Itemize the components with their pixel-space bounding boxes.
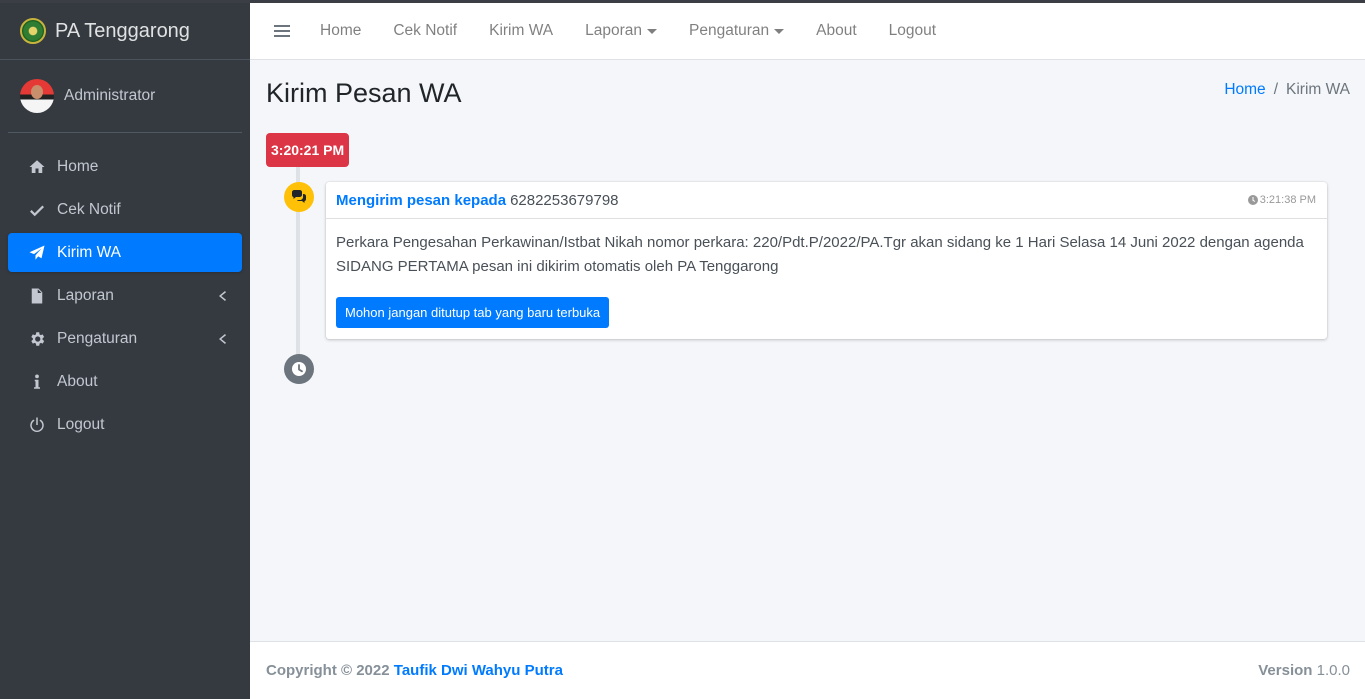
sidebar-item-cek-notif[interactable]: Cek Notif	[8, 190, 242, 229]
caret-down-icon	[647, 29, 657, 34]
topnav-pengaturan-dropdown[interactable]: Pengaturan	[689, 22, 785, 40]
sidebar-item-kirim-wa[interactable]: Kirim WA	[8, 233, 242, 272]
timeline-time-label: 3:20:21 PM	[266, 133, 350, 167]
court-emblem-logo	[20, 18, 46, 44]
topnav-laporan-dropdown[interactable]: Laporan	[585, 22, 657, 40]
gear-icon	[27, 329, 47, 349]
sidebar-item-label: Kirim WA	[57, 243, 121, 261]
topnav-logout[interactable]: Logout	[889, 22, 936, 40]
version-label: Version	[1258, 662, 1313, 679]
top-navbar: Home Cek Notif Kirim WA Laporan Pengatur…	[250, 3, 1365, 60]
clock-icon	[284, 354, 314, 384]
breadcrumb-separator: /	[1273, 81, 1278, 98]
footer-version: Version 1.0.0	[1258, 662, 1350, 679]
power-icon	[27, 415, 47, 435]
brand-link[interactable]: PA Tenggarong	[0, 3, 250, 60]
page-footer: Copyright © 2022 Taufik Dwi Wahyu Putra …	[250, 641, 1365, 699]
message-body: Perkara Pengesahan Perkawinan/Istbat Nik…	[336, 234, 1304, 275]
message-recipient-number: 6282253679798	[510, 191, 619, 209]
message-sender-label[interactable]: Mengirim pesan kepada	[336, 192, 506, 209]
author-link[interactable]: Taufik Dwi Wahyu Putra	[394, 662, 563, 679]
sidebar-item-laporan[interactable]: Laporan	[8, 276, 242, 315]
breadcrumb-home-link[interactable]: Home	[1224, 81, 1265, 99]
chevron-left-icon	[217, 289, 227, 301]
caret-down-icon	[774, 29, 785, 34]
version-number: 1.0.0	[1316, 662, 1350, 679]
check-icon	[27, 200, 47, 220]
topnav-kirim-wa[interactable]: Kirim WA	[489, 22, 553, 40]
topnav-cek-notif[interactable]: Cek Notif	[393, 22, 457, 40]
sidebar-nav: Home Cek Notif Kirim WA Laporan Pengatur…	[0, 147, 250, 444]
sidebar: PA Tenggarong Administrator Home Cek Not…	[0, 3, 250, 699]
user-panel[interactable]: Administrator	[8, 60, 242, 133]
copyright-text: Copyright © 2022	[266, 662, 390, 679]
keep-tab-open-button[interactable]: Mohon jangan ditutup tab yang baru terbu…	[336, 297, 610, 328]
message-time-text: 3:21:38 PM	[1259, 194, 1316, 206]
footer-copyright: Copyright © 2022 Taufik Dwi Wahyu Putra	[266, 662, 563, 679]
sidebar-item-label: Cek Notif	[57, 200, 121, 218]
message-header: Mengirim pesan kepada 6282253679798 3:21…	[326, 182, 1327, 219]
chevron-left-icon	[217, 332, 227, 344]
main-content: Kirim Pesan WA Home / Kirim WA 3:20:21 P…	[250, 60, 1365, 641]
hamburger-menu-icon[interactable]	[274, 22, 290, 40]
brand-title: PA Tenggarong	[55, 19, 190, 42]
topnav-laporan-label: Laporan	[585, 22, 642, 39]
clock-icon	[1247, 195, 1258, 205]
topnav-about[interactable]: About	[816, 22, 857, 40]
topnav-home[interactable]: Home	[320, 22, 361, 40]
timeline-message-card: Mengirim pesan kepada 6282253679798 3:21…	[326, 182, 1327, 339]
message-time: 3:21:38 PM	[1247, 194, 1316, 206]
topnav-pengaturan-label: Pengaturan	[689, 22, 770, 39]
paper-plane-icon	[27, 243, 47, 263]
sidebar-item-home[interactable]: Home	[8, 147, 242, 186]
page-title: Kirim Pesan WA	[266, 78, 462, 108]
info-icon	[27, 372, 47, 392]
sidebar-item-pengaturan[interactable]: Pengaturan	[8, 319, 242, 358]
comments-icon	[284, 182, 314, 212]
sidebar-item-label: About	[57, 372, 98, 390]
breadcrumb-current: Kirim WA	[1286, 81, 1350, 98]
user-avatar	[20, 79, 54, 113]
sidebar-item-label: Laporan	[57, 286, 114, 304]
file-icon	[27, 286, 47, 306]
message-footer: Mohon jangan ditutup tab yang baru terbu…	[326, 279, 1327, 328]
user-name: Administrator	[64, 87, 156, 104]
sidebar-item-label: Pengaturan	[57, 329, 138, 347]
breadcrumb: Home / Kirim WA	[1224, 81, 1350, 99]
sidebar-item-logout[interactable]: Logout	[8, 405, 242, 444]
sidebar-item-about[interactable]: About	[8, 362, 242, 401]
sidebar-item-label: Home	[57, 157, 99, 175]
sidebar-item-label: Logout	[57, 415, 105, 433]
home-icon	[27, 157, 47, 177]
